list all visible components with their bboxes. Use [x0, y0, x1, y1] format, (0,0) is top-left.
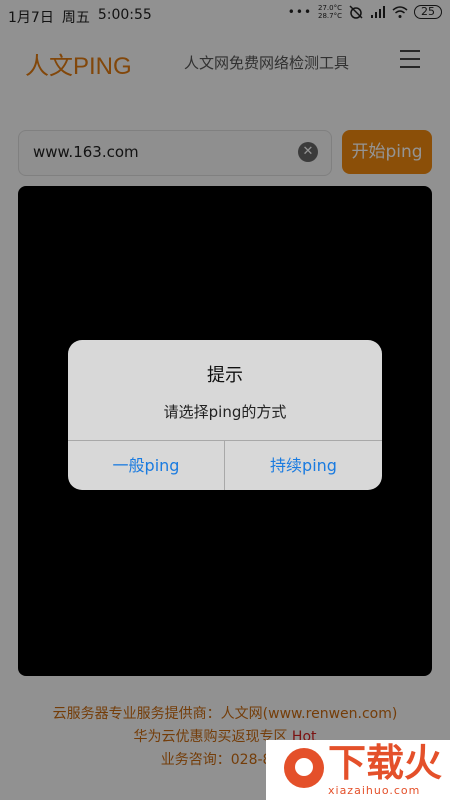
continuous-ping-button[interactable]: 持续ping — [225, 441, 382, 490]
ping-mode-dialog: 提示 请选择ping的方式 一般ping 持续ping — [68, 340, 382, 490]
watermark-text: 下载火 — [328, 741, 443, 785]
normal-ping-button[interactable]: 一般ping — [68, 441, 224, 490]
dialog-title: 提示 — [207, 365, 243, 386]
watermark-url: xiazaihuo.com — [328, 784, 421, 797]
dialog-message: 请选择ping的方式 — [163, 403, 287, 421]
download-badge-icon — [284, 748, 324, 788]
watermark-logo: 下载火 xiazaihuo.com — [266, 740, 450, 800]
